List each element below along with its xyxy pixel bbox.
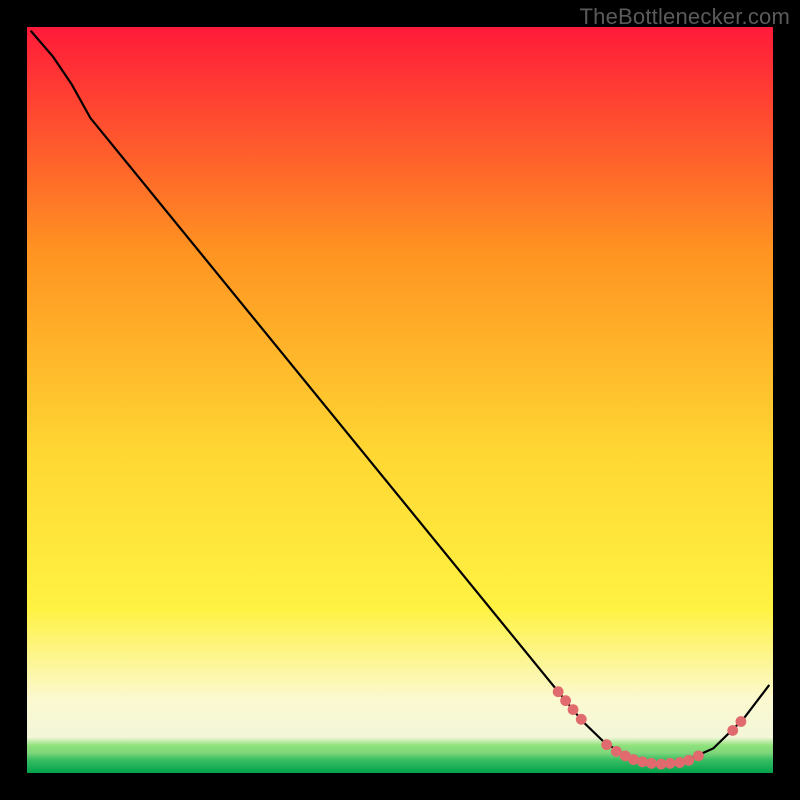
chart-frame: TheBottlenecker.com [0,0,800,800]
gradient-background [27,27,773,773]
watermark-text: TheBottlenecker.com [580,4,790,30]
